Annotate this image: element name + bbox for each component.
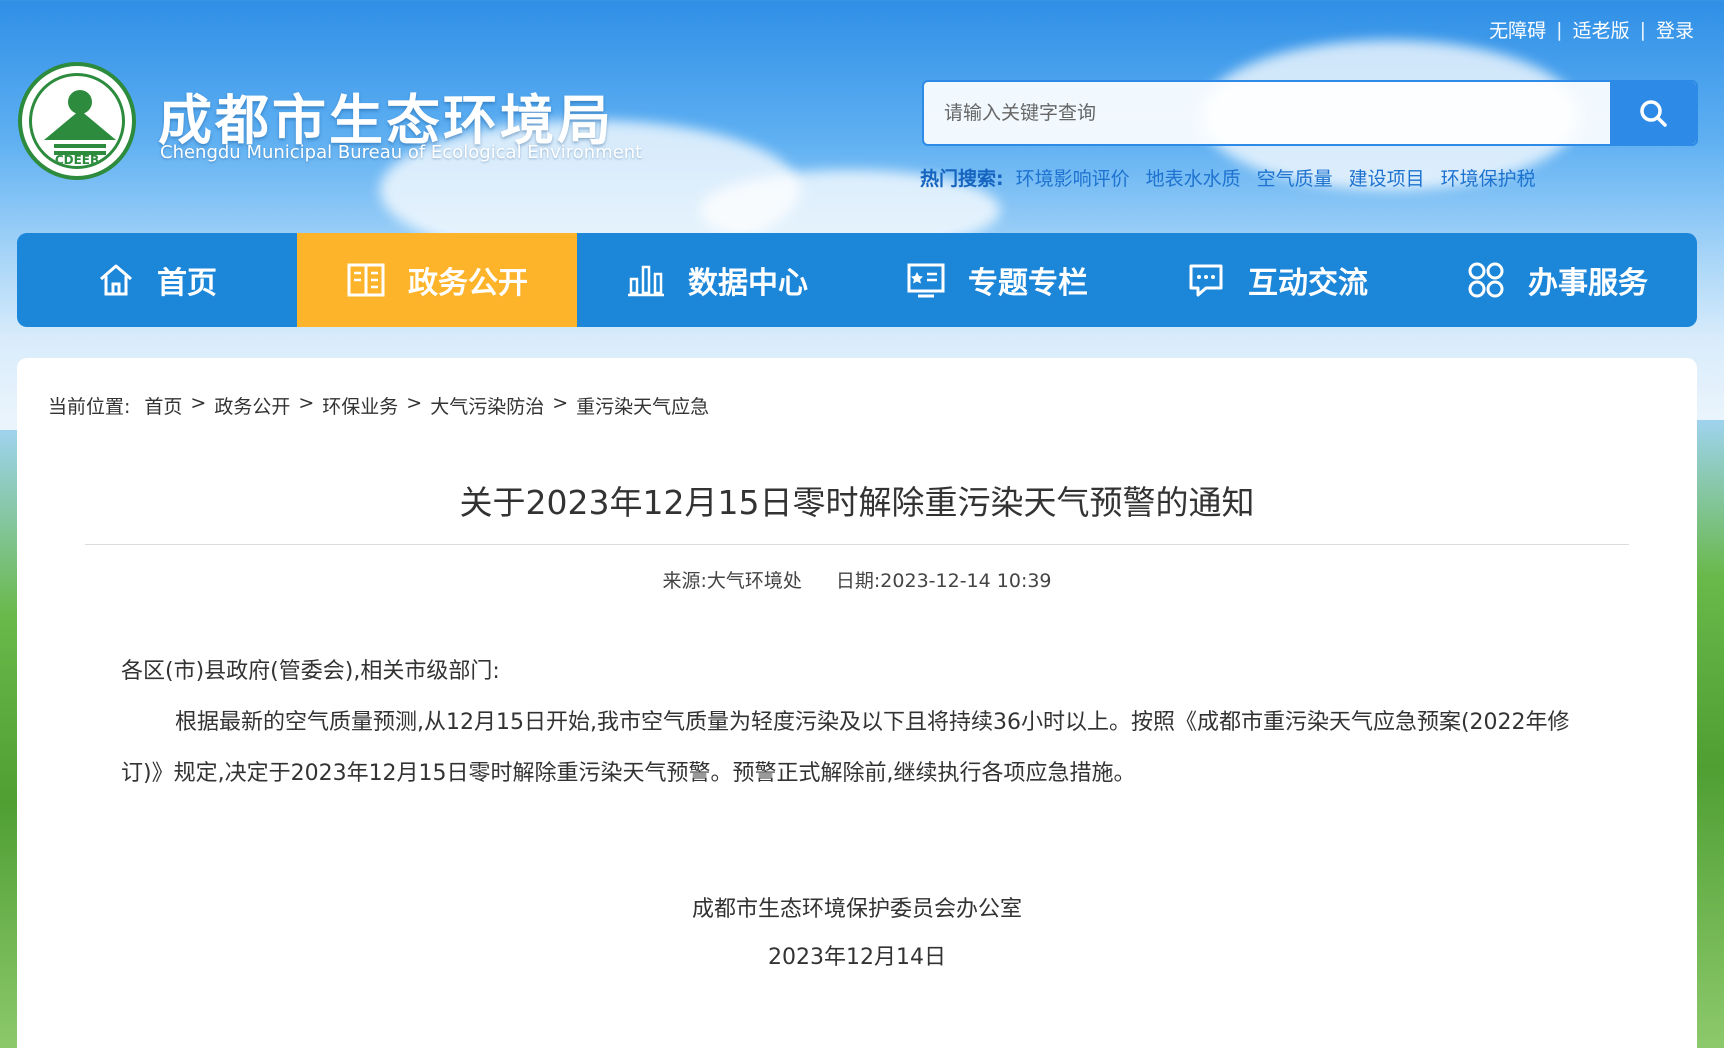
article-salutation: 各区(市)县政府(管委会),相关市级部门: <box>121 659 500 684</box>
chat-icon <box>1186 261 1226 299</box>
breadcrumb-separator: > <box>406 392 423 414</box>
nav-item-government-affairs[interactable]: 政务公开 <box>297 233 577 327</box>
hot-search-link[interactable]: 空气质量 <box>1257 164 1333 191</box>
logo-text: CDEEB <box>54 153 100 167</box>
separator: | <box>1556 18 1563 41</box>
nav-label: 办事服务 <box>1528 266 1648 301</box>
breadcrumb-link[interactable]: 重污染天气应急 <box>576 392 709 419</box>
board-icon <box>906 261 946 299</box>
site-logo[interactable]: CDEEB <box>18 62 136 180</box>
hot-search-label: 热门搜索: <box>920 168 1004 190</box>
hot-searches: 热门搜索: 环境影响评价 地表水水质 空气质量 建设项目 环境保护税 <box>920 164 1552 191</box>
article-title: 关于2023年12月15日零时解除重污染天气预警的通知 <box>459 483 1255 522</box>
grid-icon <box>1466 260 1506 300</box>
search-box <box>922 80 1698 146</box>
nav-item-special-topics[interactable]: 专题专栏 <box>857 233 1137 327</box>
article-signature: 成都市生态环境保护委员会办公室 <box>691 897 1022 922</box>
hot-search-link[interactable]: 建设项目 <box>1349 164 1425 191</box>
logo-emblem: CDEEB <box>29 73 125 169</box>
article-panel: 当前位置: 首页 > 政务公开 > 环保业务 > 大气污染防治 > 重污染天气应… <box>17 358 1697 1048</box>
water-icon <box>54 144 106 148</box>
article-sign-date: 2023年12月14日 <box>768 945 946 970</box>
article-body: 各区(市)县政府(管委会),相关市级部门: 根据最新的空气质量预测,从12月15… <box>121 646 1593 799</box>
site-subtitle: Chengdu Municipal Bureau of Ecological E… <box>160 142 643 163</box>
breadcrumb-separator: > <box>552 392 569 414</box>
article-source: 来源:大气环境处 <box>662 570 802 592</box>
article-signature-block: 成都市生态环境保护委员会办公室 2023年12月14日 <box>17 886 1697 982</box>
grass-decoration <box>1694 420 1724 1048</box>
breadcrumb-link[interactable]: 首页 <box>144 392 182 419</box>
breadcrumb-link[interactable]: 政务公开 <box>214 392 290 419</box>
nav-label: 首页 <box>157 266 217 301</box>
nav-label: 专题专栏 <box>968 266 1088 301</box>
search-icon <box>1640 100 1667 127</box>
article-date: 日期:2023-12-14 10:39 <box>835 570 1052 592</box>
login-link[interactable]: 登录 <box>1656 16 1694 43</box>
breadcrumb-link[interactable]: 大气污染防治 <box>430 392 544 419</box>
title-divider <box>85 544 1629 545</box>
nav-item-home[interactable]: 首页 <box>17 233 297 327</box>
search-button[interactable] <box>1610 82 1696 144</box>
nav-item-services[interactable]: 办事服务 <box>1417 233 1697 327</box>
breadcrumb: 当前位置: 首页 > 政务公开 > 环保业务 > 大气污染防治 > 重污染天气应… <box>48 392 709 419</box>
bar-chart-icon <box>626 261 666 299</box>
article-meta: 来源:大气环境处 日期:2023-12-14 10:39 <box>17 566 1697 593</box>
nav-item-interaction[interactable]: 互动交流 <box>1137 233 1417 327</box>
main-nav: 首页 政务公开 数据中心 专题专栏 互动交流 办事服务 <box>17 233 1697 327</box>
breadcrumb-link[interactable]: 环保业务 <box>322 392 398 419</box>
home-icon <box>97 261 135 299</box>
hot-search-link[interactable]: 环境保护税 <box>1441 164 1536 191</box>
top-links: 无障碍 | 适老版 | 登录 <box>1489 16 1694 43</box>
nav-label: 政务公开 <box>408 266 528 301</box>
nav-item-data-center[interactable]: 数据中心 <box>577 233 857 327</box>
nav-label: 互动交流 <box>1248 266 1368 301</box>
breadcrumb-label: 当前位置: <box>48 396 131 418</box>
mountain-icon <box>44 110 116 140</box>
book-icon <box>346 261 386 299</box>
nav-label: 数据中心 <box>688 266 808 301</box>
hot-search-link[interactable]: 地表水水质 <box>1146 164 1241 191</box>
accessibility-link[interactable]: 无障碍 <box>1489 16 1546 43</box>
breadcrumb-separator: > <box>190 392 207 414</box>
search-input[interactable] <box>924 82 1610 144</box>
elderly-mode-link[interactable]: 适老版 <box>1573 16 1630 43</box>
hot-search-link[interactable]: 环境影响评价 <box>1016 164 1130 191</box>
breadcrumb-separator: > <box>298 392 315 414</box>
article-paragraph: 根据最新的空气质量预测,从12月15日开始,我市空气质量为轻度污染及以下且将持续… <box>121 710 1570 786</box>
separator: | <box>1639 18 1646 41</box>
